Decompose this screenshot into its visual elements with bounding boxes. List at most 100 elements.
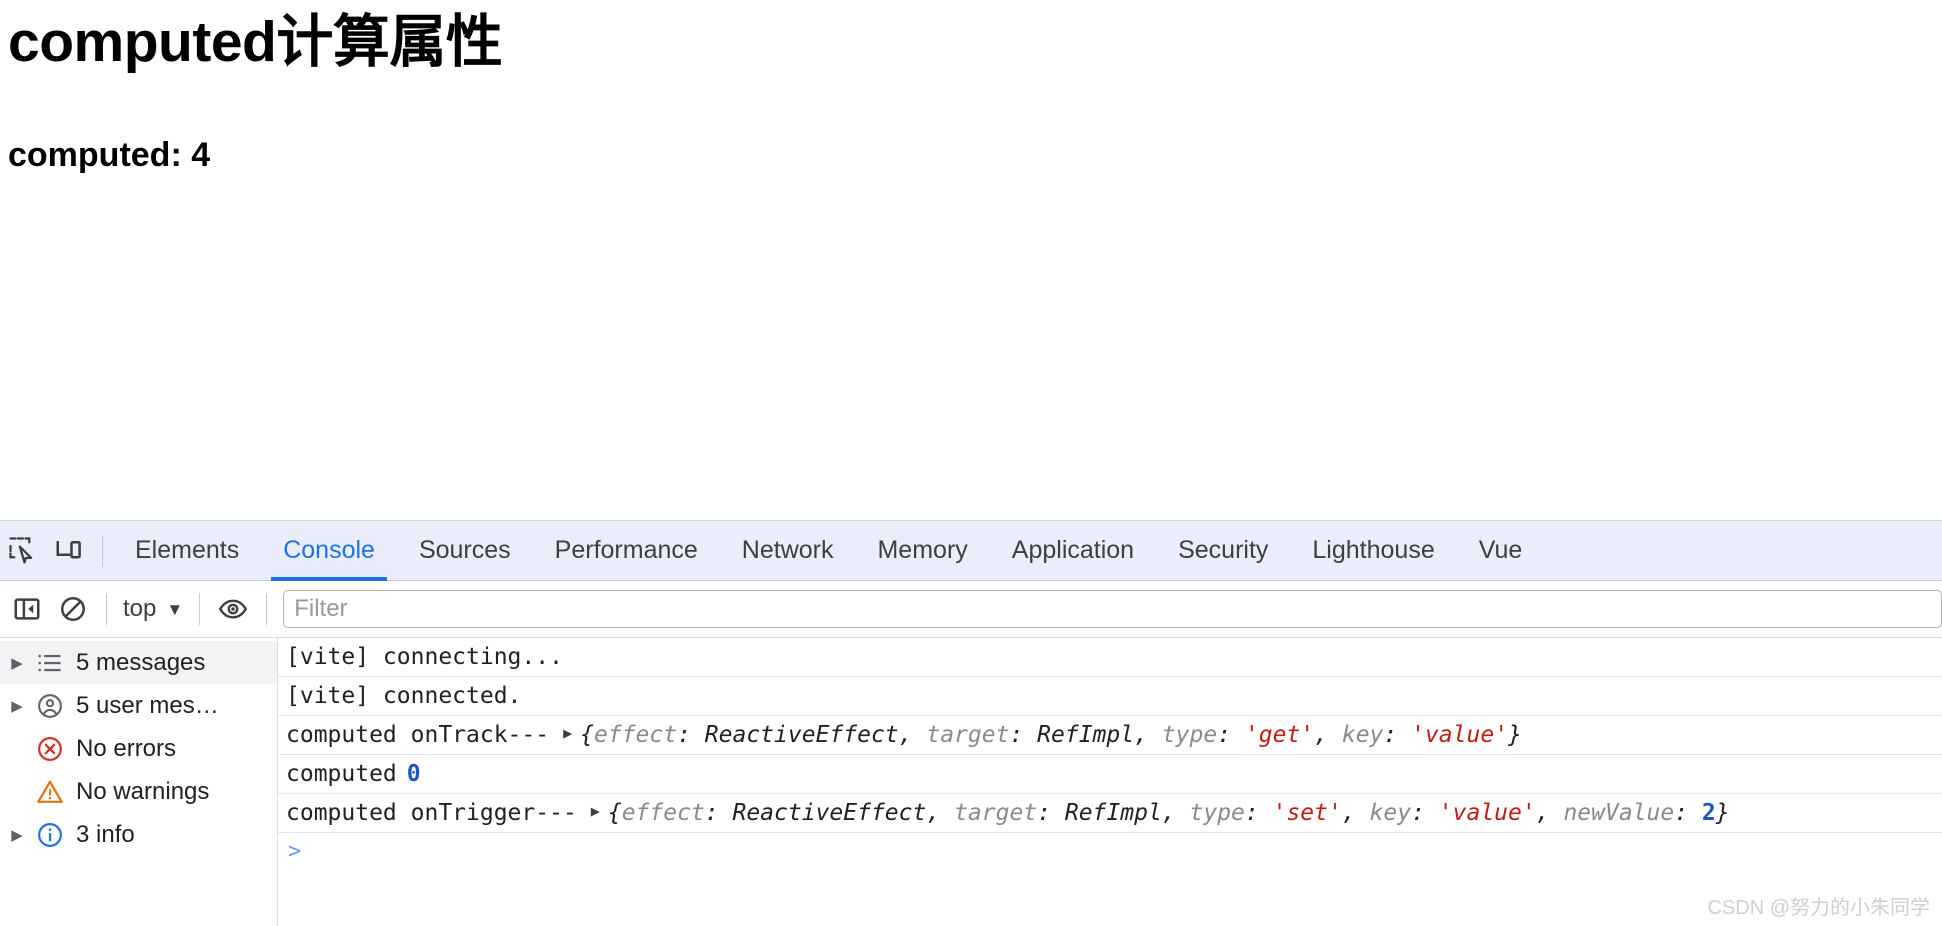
sidebar-row-label: No warnings	[76, 777, 210, 805]
execution-context-selector[interactable]: top ▼	[117, 595, 189, 623]
object-prop-colon: :	[1383, 722, 1412, 748]
sidebar-row-user[interactable]: ▶ 5 user mes…	[0, 684, 277, 727]
object-prop-key: type	[1161, 722, 1218, 748]
inspect-element-icon[interactable]	[0, 528, 46, 574]
object-prop-colon: :	[704, 800, 733, 826]
object-prop-key: effect	[621, 800, 705, 826]
object-prop-value: 'set'	[1272, 800, 1342, 826]
tab-label: Performance	[554, 536, 698, 564]
tab-sources[interactable]: Sources	[397, 521, 533, 581]
console-log-row[interactable]: computed onTrack--- ▶ {effect: ReactiveEff…	[278, 716, 1942, 755]
prompt-arrow-icon: >	[288, 839, 302, 864]
tab-label: Elements	[135, 536, 240, 564]
tab-label: Memory	[877, 536, 968, 564]
object-prop-key: target	[954, 800, 1038, 826]
object-close-brace: }	[1508, 722, 1522, 748]
tab-vue[interactable]: Vue	[1457, 521, 1545, 581]
console-log-text: computed onTrack---	[286, 722, 550, 748]
tab-memory[interactable]: Memory	[855, 521, 989, 581]
console-log-text: [vite] connecting...	[286, 644, 563, 670]
tab-label: Network	[741, 536, 834, 564]
sidebar-row-error[interactable]: ▶No errors	[0, 727, 277, 770]
toolbar-divider	[106, 593, 107, 625]
object-prop-value: 'value'	[1411, 722, 1509, 748]
tab-application[interactable]: Application	[990, 521, 1156, 581]
toolbar-divider	[266, 593, 268, 625]
console-object-preview[interactable]: {effect: ReactiveEffect, target: RefImpl…	[580, 722, 1522, 748]
object-open-brace: {	[607, 800, 622, 826]
console-object-preview[interactable]: {effect: ReactiveEffect, target: RefImpl…	[608, 800, 1730, 826]
tab-network[interactable]: Network	[720, 521, 856, 581]
warning-icon	[30, 778, 70, 806]
computed-value-text: computed: 4	[8, 136, 211, 174]
sidebar-row-label: 5 user mes…	[76, 691, 219, 719]
error-icon	[30, 735, 70, 763]
console-filter-input[interactable]	[283, 590, 1942, 628]
object-prop-colon: :	[677, 722, 705, 748]
object-prop-comma: ,	[1134, 722, 1162, 748]
device-toolbar-icon[interactable]	[46, 528, 92, 574]
object-prop-colon: :	[1009, 722, 1038, 748]
devtools-panel: Elements Console Sources Performance Network…	[0, 520, 1942, 926]
console-message-list[interactable]: [vite] connecting... [vite] connected. com…	[278, 638, 1942, 926]
object-prop-colon: :	[1411, 800, 1439, 826]
object-prop-key: newValue	[1563, 800, 1675, 826]
tab-lighthouse[interactable]: Lighthouse	[1290, 521, 1456, 581]
object-prop-colon: :	[1037, 800, 1065, 826]
object-prop-value: 2	[1701, 800, 1716, 826]
object-expand-triangle-icon[interactable]: ▶	[563, 724, 572, 742]
sidebar-row-label: 3 info	[76, 820, 135, 848]
object-prop-key: effect	[594, 722, 678, 748]
object-prop-value: 'value'	[1438, 800, 1536, 826]
toolbar-divider	[199, 593, 201, 625]
toolbar-divider	[102, 534, 103, 567]
object-prop-comma: ,	[1341, 800, 1370, 826]
object-prop-colon: :	[1674, 800, 1702, 826]
tab-label: Vue	[1478, 536, 1523, 564]
tab-label: Security	[1178, 536, 1269, 564]
tab-console[interactable]: Console	[261, 521, 397, 581]
console-sidebar-toggle-icon[interactable]	[4, 586, 50, 632]
object-prop-comma: ,	[1535, 800, 1564, 826]
object-prop-key: type	[1189, 800, 1245, 826]
sidebar-row-warning[interactable]: ▶No warnings	[0, 770, 277, 813]
console-body: ▶5 messages▶5 user mes…▶No errors▶No war…	[0, 638, 1942, 926]
object-prop-colon: :	[1244, 800, 1273, 826]
clear-console-icon[interactable]	[50, 586, 96, 632]
tab-elements[interactable]: Elements	[113, 521, 261, 581]
console-log-row[interactable]: computed 0	[278, 755, 1942, 794]
sidebar-row-label: 5 messages	[76, 648, 206, 676]
tab-label: Application	[1011, 536, 1135, 564]
object-prop-value: RefImpl	[1037, 722, 1135, 748]
tab-label: Lighthouse	[1312, 536, 1435, 564]
console-log-text: computed	[286, 761, 397, 787]
console-prompt[interactable]: >	[278, 833, 1942, 864]
console-log-row[interactable]: [vite] connected.	[278, 677, 1942, 716]
expand-triangle-icon[interactable]: ▶	[4, 654, 30, 672]
sidebar-row-list[interactable]: ▶ 5 messages	[0, 641, 277, 684]
object-prop-colon: :	[1217, 722, 1245, 748]
web-page-viewport: computed计算属性 computed: 4	[0, 0, 1942, 520]
info-icon	[30, 821, 70, 849]
console-log-number: 0	[406, 761, 421, 787]
expand-triangle-icon[interactable]: ▶	[4, 826, 30, 844]
console-toolbar: top ▼	[0, 581, 1942, 638]
console-log-text: [vite] connected.	[286, 683, 522, 709]
user-icon	[30, 692, 70, 720]
object-expand-triangle-icon[interactable]: ▶	[591, 802, 600, 820]
object-prop-key: key	[1341, 722, 1384, 748]
console-log-row[interactable]: computed onTrigger--- ▶ {effect: ReactiveE…	[278, 794, 1942, 833]
expand-triangle-icon[interactable]: ▶	[4, 697, 30, 715]
object-prop-value: RefImpl	[1064, 800, 1162, 826]
live-expression-eye-icon[interactable]	[210, 586, 256, 632]
sidebar-row-info[interactable]: ▶ 3 info	[0, 813, 277, 856]
list-icon	[30, 649, 70, 677]
chevron-down-icon: ▼	[166, 599, 184, 619]
object-prop-value: ReactiveEffect	[732, 800, 927, 826]
tab-performance[interactable]: Performance	[533, 521, 720, 581]
console-log-text: computed onTrigger---	[286, 800, 577, 826]
tab-label: Sources	[418, 536, 511, 564]
console-log-row[interactable]: [vite] connecting...	[278, 638, 1942, 677]
object-prop-comma: ,	[898, 722, 927, 748]
tab-security[interactable]: Security	[1156, 521, 1290, 581]
